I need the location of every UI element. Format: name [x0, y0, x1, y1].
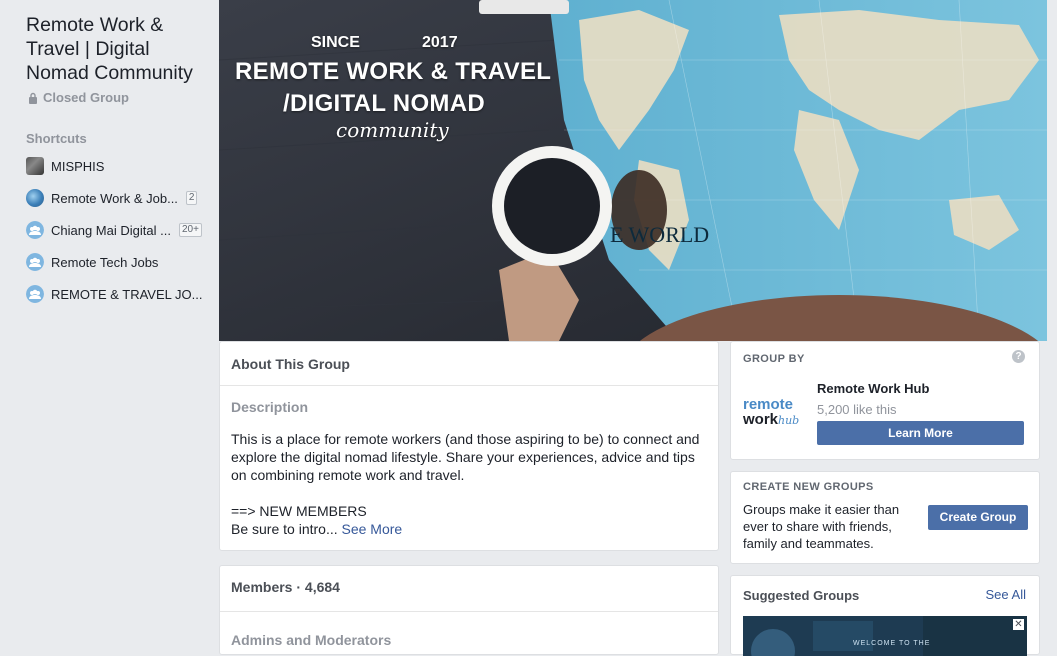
suggested-groups-title: Suggested Groups — [743, 588, 860, 603]
about-title: About This Group — [231, 356, 350, 372]
shortcut-item[interactable]: MISPHIS — [26, 156, 104, 176]
description-paragraph: Be sure to intro... See More — [231, 520, 711, 538]
group-photo-icon — [26, 157, 44, 175]
group-icon — [26, 285, 44, 303]
group-title[interactable]: Remote Work & Travel | Digital Nomad Com… — [26, 13, 211, 85]
left-sidebar: Remote Work & Travel | Digital Nomad Com… — [0, 0, 219, 643]
suggested-groups-card: Suggested Groups See All WELCOME TO THE … — [730, 575, 1040, 656]
shortcut-item[interactable]: Remote Tech Jobs — [26, 252, 158, 272]
shortcut-label: MISPHIS — [51, 158, 105, 174]
description-truncated: Be sure to intro... — [231, 521, 338, 537]
divider — [220, 611, 718, 612]
cover-community-text: community — [336, 118, 449, 142]
group-icon — [26, 253, 44, 271]
logo-text: workhub — [743, 411, 800, 428]
cover-photo[interactable]: SINCE 2017 REMOTE WORK & TRAVEL /DIGITAL… — [219, 0, 1047, 341]
lock-icon — [29, 92, 37, 104]
notification-badge: 20+ — [178, 223, 202, 237]
cover-headline: REMOTE WORK & TRAVEL — [235, 58, 552, 85]
cover-subheadline: /DIGITAL NOMAD — [283, 90, 485, 117]
group-icon — [26, 221, 44, 239]
learn-more-button[interactable]: Learn More — [817, 421, 1024, 445]
map-label: E WORLD — [610, 222, 710, 247]
create-groups-card: CREATE NEW GROUPS Groups make it easier … — [730, 471, 1040, 564]
shortcut-label: Chiang Mai Digital ... — [51, 222, 171, 238]
thumbnail-text: WELCOME TO THE — [853, 640, 931, 647]
remote-work-hub-logo[interactable]: remote workhub — [743, 396, 809, 429]
page-likes-count: 5,200 like this — [817, 402, 897, 417]
divider — [220, 385, 718, 386]
members-title[interactable]: Members · 4,684 — [231, 579, 340, 595]
create-group-button[interactable]: Create Group — [928, 505, 1028, 530]
logo-text: remote — [743, 396, 794, 413]
group-privacy: Closed Group — [28, 90, 129, 105]
group-by-card: GROUP BY ? remote workhub Remote Work Hu… — [730, 341, 1040, 460]
suggested-group-thumbnail[interactable]: WELCOME TO THE ✕ — [743, 616, 1027, 656]
create-groups-text: Groups make it easier than ever to share… — [743, 502, 900, 551]
notification-badge: 2 — [185, 191, 198, 205]
thumbnail-image — [743, 616, 1027, 656]
description-label: Description — [231, 399, 309, 415]
privacy-label: Closed Group — [43, 90, 129, 105]
shortcut-item[interactable]: Remote Work & Job... 2 — [26, 188, 198, 208]
about-group-card: About This Group Description This is a p… — [219, 341, 719, 551]
shortcut-label: REMOTE & TRAVEL JO... — [51, 286, 203, 302]
description-text: This is a place for remote workers (and … — [231, 430, 711, 538]
page-name-link[interactable]: Remote Work Hub — [817, 381, 929, 396]
shortcut-label: Remote Tech Jobs — [51, 254, 159, 270]
shortcut-item[interactable]: REMOTE & TRAVEL JO... — [26, 284, 202, 304]
globe-icon — [26, 189, 44, 207]
description-paragraph: ==> NEW MEMBERS — [231, 503, 367, 519]
cover-year-text: 2017 — [422, 34, 458, 51]
shortcuts-heading: Shortcuts — [26, 131, 87, 146]
create-groups-label: CREATE NEW GROUPS — [743, 481, 874, 493]
shortcut-label: Remote Work & Job... — [51, 190, 178, 206]
cover-since-text: SINCE — [311, 34, 360, 51]
description-paragraph: This is a place for remote workers (and … — [231, 431, 700, 483]
help-icon[interactable]: ? — [1012, 350, 1025, 363]
see-more-link[interactable]: See More — [342, 521, 403, 537]
see-all-link[interactable]: See All — [986, 587, 1026, 602]
admins-label: Admins and Moderators — [231, 632, 392, 648]
members-card: Members · 4,684 Admins and Moderators — [219, 565, 719, 655]
group-by-label: GROUP BY — [743, 353, 805, 365]
close-icon[interactable]: ✕ — [1013, 619, 1024, 630]
shortcut-item[interactable]: Chiang Mai Digital ... 20+ — [26, 220, 202, 240]
